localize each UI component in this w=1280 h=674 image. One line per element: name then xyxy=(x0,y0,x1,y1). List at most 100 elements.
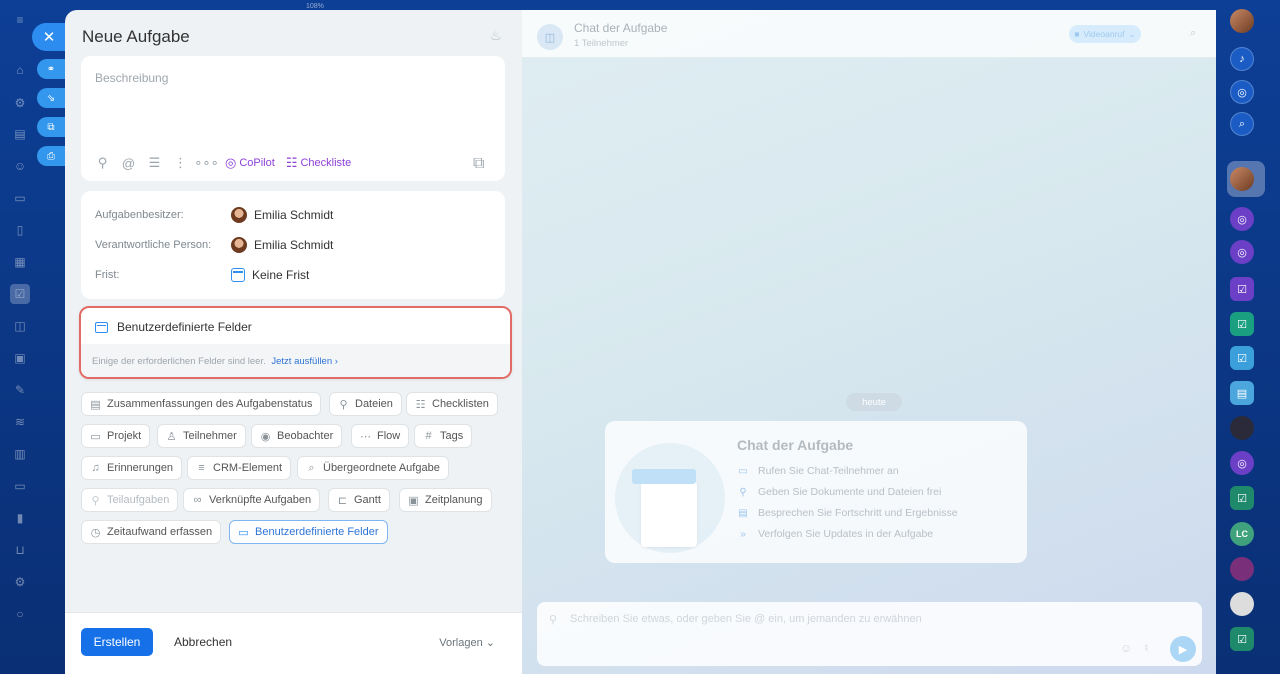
settings-icon[interactable]: ○ xyxy=(12,606,28,622)
contact-avatar[interactable] xyxy=(1230,592,1254,616)
custom-fields-header[interactable]: Benutzerdefinierte Felder xyxy=(95,320,252,334)
chip-subtasks[interactable]: ⚲ Teilaufgaben xyxy=(81,488,179,512)
chat-bubble-icon[interactable]: ▤ xyxy=(1230,381,1254,405)
chat-icon[interactable]: ◫ xyxy=(12,318,28,334)
owner-value[interactable]: Emilia Schmidt xyxy=(231,207,333,223)
new-task-form: Neue Aufgabe ♨ Beschreibung ⚲ @ ☰ ⋮ ∘∘∘ … xyxy=(65,10,522,674)
notifications-icon[interactable]: ♪ xyxy=(1230,47,1254,71)
task-chat-icon[interactable]: ☑ xyxy=(1230,312,1254,336)
close-panel-button[interactable]: ✕ xyxy=(32,23,66,51)
task-chat-icon[interactable]: ☑ xyxy=(1230,627,1254,651)
chip-custom-fields[interactable]: ▭ Benutzerdefinierte Felder xyxy=(229,520,388,544)
bullet-list-icon[interactable]: ☰ xyxy=(147,155,162,171)
contact-avatar[interactable] xyxy=(1230,167,1254,191)
chip-tags[interactable]: # Tags xyxy=(414,424,473,448)
copy-link-button[interactable]: ⚭ xyxy=(37,59,65,79)
cancel-button[interactable]: Abbrechen xyxy=(174,635,232,649)
board-icon[interactable]: ▦ xyxy=(12,254,28,270)
link-icon: ⚭ xyxy=(46,63,56,75)
shop-icon[interactable]: ▥ xyxy=(12,446,28,462)
more-icon[interactable]: ∘∘∘ xyxy=(194,155,218,171)
task-chat-icon[interactable]: ☑ xyxy=(1230,486,1254,510)
paperclip-icon[interactable]: ⚲ xyxy=(549,613,557,626)
copilot-label: CoPilot xyxy=(239,157,275,169)
filter-icon[interactable]: ≋ xyxy=(12,414,28,430)
download-button[interactable]: ⇘ xyxy=(37,88,65,108)
chat-participants[interactable]: 1 Teilnehmer xyxy=(574,38,628,49)
emoji-icon[interactable]: ☺ xyxy=(1120,641,1132,655)
custom-fields-section[interactable]: Benutzerdefinierte Felder Einige der erf… xyxy=(79,306,512,379)
people-card: Aufgabenbesitzer: Emilia Schmidt Verantw… xyxy=(81,191,505,299)
inbox-icon[interactable]: ▭ xyxy=(12,190,28,206)
chip-summaries[interactable]: ▤ Zusammenfassungen des Aufgabenstatus xyxy=(81,392,322,416)
welcome-title: Chat der Aufgabe xyxy=(737,437,854,453)
chip-checklists[interactable]: ☷ Checklisten xyxy=(406,392,498,416)
analytics-icon[interactable]: ▮ xyxy=(12,510,28,526)
chip-linked-tasks[interactable]: ∞ Verknüpfte Aufgaben xyxy=(183,488,321,512)
document-icon[interactable]: ▤ xyxy=(12,126,28,142)
user-avatar[interactable] xyxy=(1230,9,1254,33)
editor-toolbar: ⚲ @ ☰ ⋮ ∘∘∘ ◎ CoPilot ☷ Checkliste xyxy=(95,155,351,171)
window-icon[interactable]: ▭ xyxy=(12,478,28,494)
crm-icon: ≡ xyxy=(198,462,205,474)
contact-avatar[interactable] xyxy=(1230,557,1254,581)
chip-flow[interactable]: ⋯ Flow xyxy=(351,424,410,448)
microphone-icon[interactable]: ♮ xyxy=(1144,641,1148,655)
chip-files[interactable]: ⚲ Dateien xyxy=(329,392,402,416)
chip-project[interactable]: ▭ Projekt xyxy=(81,424,151,448)
deadline-value[interactable]: Keine Frist xyxy=(231,268,309,282)
chip-scheduling[interactable]: ▣ Zeitplanung xyxy=(399,488,492,512)
gear-icon[interactable]: ⚙ xyxy=(12,95,28,111)
create-button[interactable]: Erstellen xyxy=(81,628,153,656)
copilot-chat-icon[interactable]: ◎ xyxy=(1230,451,1254,475)
copilot-button[interactable]: ◎ CoPilot xyxy=(225,155,275,171)
fill-now-link[interactable]: Jetzt ausfüllen › xyxy=(271,356,338,367)
checklist-button[interactable]: ☷ Checkliste xyxy=(286,155,351,171)
notice-text: Einige der erforderlichen Felder sind le… xyxy=(92,356,266,367)
task-chat-icon[interactable]: ☑ xyxy=(1230,346,1254,370)
description-input[interactable]: Beschreibung xyxy=(95,71,168,85)
chip-time-tracking[interactable]: ◷ Zeitaufwand erfassen xyxy=(81,520,222,544)
plugin-icon[interactable]: ⚙ xyxy=(12,574,28,590)
description-card[interactable]: Beschreibung ⚲ @ ☰ ⋮ ∘∘∘ ◎ CoPilot ☷ Che… xyxy=(81,56,505,181)
chip-reminders[interactable]: ♫ Erinnerungen xyxy=(81,456,183,480)
home-icon[interactable]: ⌂ xyxy=(12,62,28,78)
chip-gantt[interactable]: ⊏ Gantt xyxy=(328,488,390,512)
send-button[interactable]: ▶ xyxy=(1170,636,1196,662)
search-icon[interactable]: ⌕ xyxy=(1190,27,1202,39)
file-icon[interactable]: ▯ xyxy=(12,222,28,238)
summary-icon: ▤ xyxy=(90,398,101,411)
message-input[interactable]: Schreiben Sie etwas, oder geben Sie @ ei… xyxy=(570,613,922,625)
flame-icon[interactable]: ♨ xyxy=(490,28,504,43)
copilot-chat-icon[interactable]: ◎ xyxy=(1230,240,1254,264)
video-call-button[interactable]: ■ Videoanruf ⌄ xyxy=(1069,25,1141,43)
open-new-window-button[interactable]: ⧉ xyxy=(37,117,65,137)
message-composer[interactable]: ⚲ Schreiben Sie etwas, oder geben Sie @ … xyxy=(537,602,1202,666)
deadline-text: Keine Frist xyxy=(252,268,310,282)
contact-avatar[interactable] xyxy=(1230,416,1254,440)
chip-observers[interactable]: ◉ Beobachter xyxy=(251,424,343,448)
chat-illustration xyxy=(615,443,725,553)
search-chat-icon[interactable]: ⌕ xyxy=(1230,112,1254,136)
mention-icon[interactable]: @ xyxy=(121,156,136,171)
pen-icon[interactable]: ✎ xyxy=(12,382,28,398)
copilot-icon[interactable]: ◎ xyxy=(1230,80,1254,104)
tasks-icon[interactable]: ☑ xyxy=(10,284,30,304)
chip-parent-task[interactable]: ⌕ Übergeordnete Aufgabe xyxy=(297,456,449,480)
paperclip-icon[interactable]: ⚲ xyxy=(95,155,110,171)
people-icon[interactable]: ☺ xyxy=(12,158,28,174)
menu-icon[interactable]: ≡ xyxy=(12,12,28,28)
expand-editor-icon[interactable]: ⧉ xyxy=(473,155,487,172)
contact-badge[interactable]: LC xyxy=(1230,522,1254,546)
chip-crm[interactable]: ≡ CRM-Element xyxy=(187,456,292,480)
responsible-value[interactable]: Emilia Schmidt xyxy=(231,237,333,253)
task-chat-icon[interactable]: ☑ xyxy=(1230,277,1254,301)
chip-participants[interactable]: ♙ Teilnehmer xyxy=(157,424,246,448)
print-button[interactable]: ⎙ xyxy=(37,146,65,166)
copilot-chat-icon[interactable]: ◎ xyxy=(1230,207,1254,231)
calendar-icon[interactable]: ▣ xyxy=(12,350,28,366)
hash-icon: # xyxy=(425,430,432,442)
templates-dropdown[interactable]: Vorlagen ⌄ xyxy=(439,636,495,649)
numbered-list-icon[interactable]: ⋮ xyxy=(173,155,188,171)
cart-icon[interactable]: ⊔ xyxy=(12,542,28,558)
